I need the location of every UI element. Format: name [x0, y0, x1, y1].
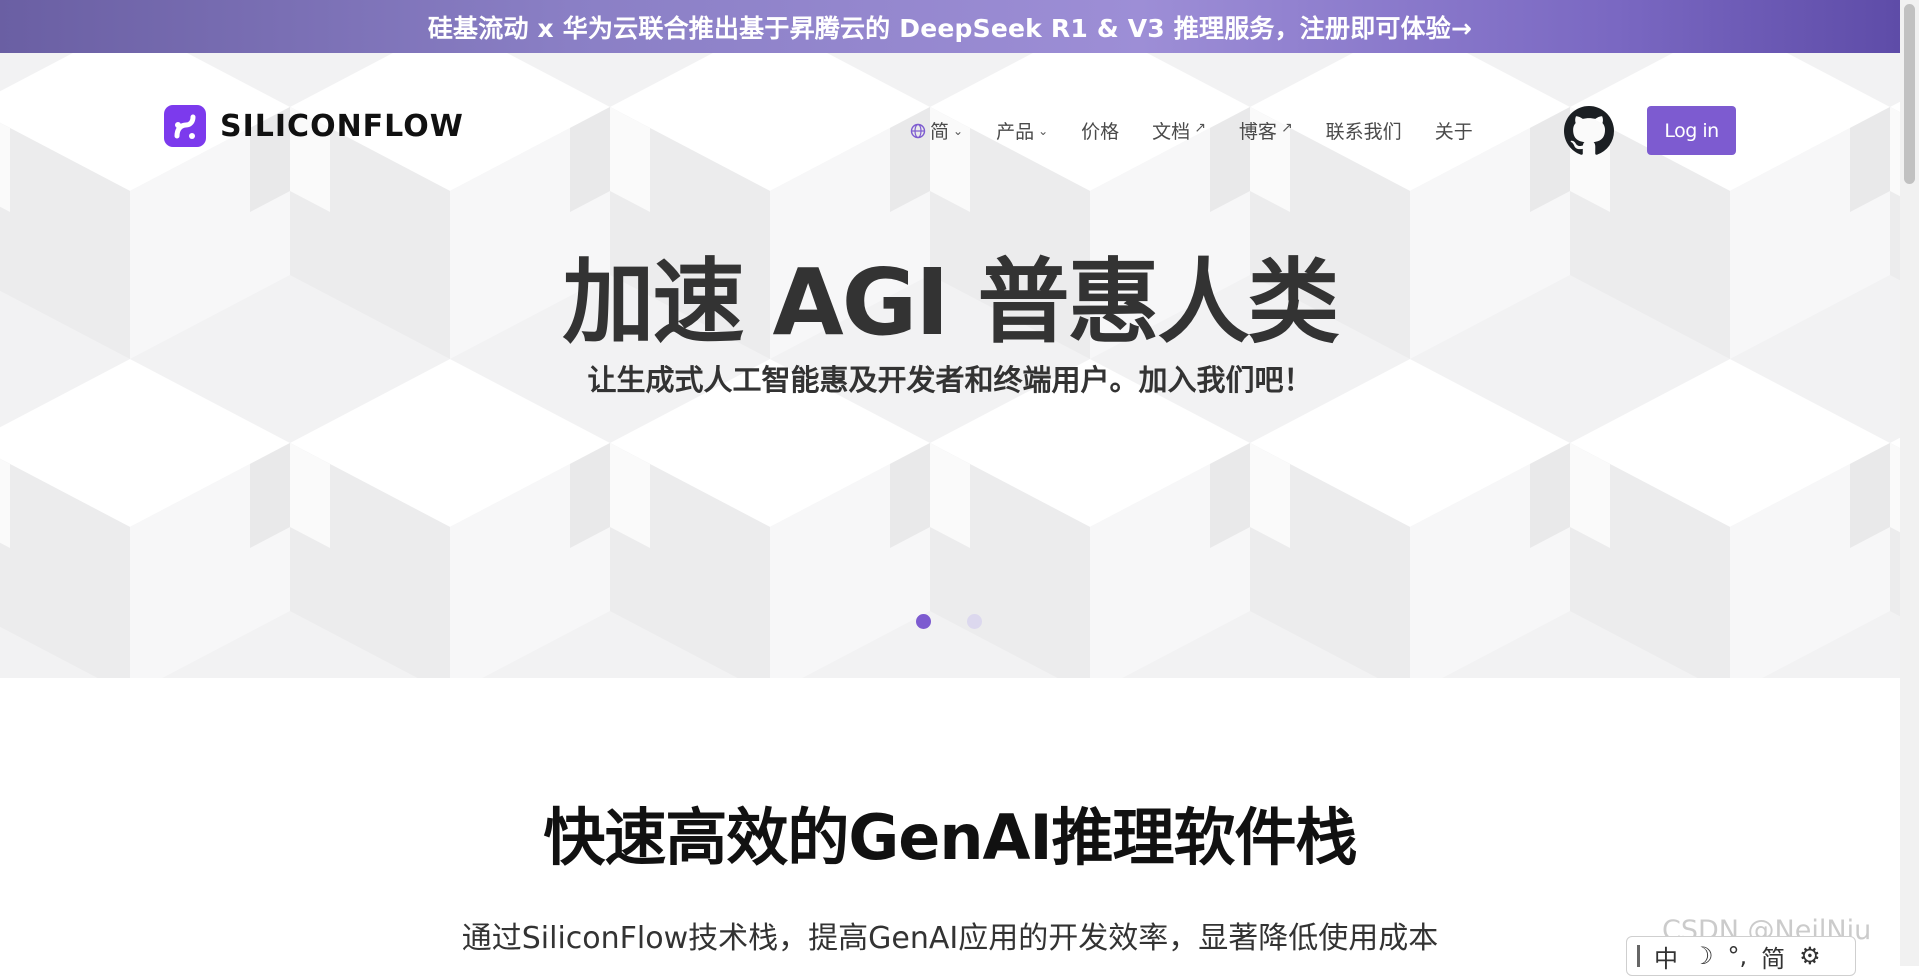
promo-banner-text[interactable]: 硅基流动 x 华为云联合推出基于昇腾云的 DeepSeek R1 & V3 推理… — [428, 9, 1472, 45]
carousel-dot-1[interactable] — [916, 614, 931, 629]
section-title: 快速高效的GenAI推理软件栈 — [543, 801, 1357, 874]
hero-subtitle: 让生成式人工智能惠及开发者和终端用户。加入我们吧！ — [587, 363, 1313, 397]
nav-pricing[interactable]: 价格 — [1081, 117, 1119, 144]
external-link-icon: ↗ — [1194, 119, 1206, 136]
nav-menu: 简 ⌄ 产品 ⌄ 价格 文档 ↗ 博客 ↗ 联系我们 关于 — [910, 117, 1506, 144]
logo-text: SILICONFLOW — [220, 108, 464, 144]
nav-blog-label: 博客 — [1238, 121, 1277, 143]
nav-about-label: 关于 — [1434, 121, 1473, 143]
carousel-dots — [916, 614, 982, 629]
nav-pricing-label: 价格 — [1081, 121, 1120, 143]
section-subtitle: 通过SiliconFlow技术栈，提高GenAI应用的开发效率，显著降低使用成本 — [461, 921, 1439, 956]
ime-mode[interactable]: 简 — [1761, 939, 1785, 974]
nav-language-label: 简 — [930, 121, 950, 143]
logo[interactable]: SILICONFLOW — [164, 105, 464, 147]
nav-contact-label: 联系我们 — [1325, 121, 1402, 143]
ime-lang[interactable]: 中 — [1654, 939, 1678, 974]
top-nav: SILICONFLOW 简 ⌄ 产品 ⌄ 价格 文档 ↗ 博客 ↗ 联系我们 关… — [0, 53, 1900, 208]
hero-title: 加速 AGI 普惠人类 — [562, 249, 1339, 356]
nav-products[interactable]: 产品 ⌄ — [996, 117, 1048, 144]
chevron-down-icon: ⌄ — [953, 123, 964, 138]
scrollbar[interactable] — [1900, 0, 1919, 966]
nav-about[interactable]: 关于 — [1435, 117, 1473, 144]
ime-toolbar[interactable]: 中 ☽ °, 简 ⚙ — [1626, 936, 1856, 976]
nav-products-label: 产品 — [996, 121, 1035, 143]
nav-blog[interactable]: 博客 ↗ — [1239, 117, 1293, 144]
globe-icon — [910, 123, 926, 138]
nav-contact[interactable]: 联系我们 — [1326, 117, 1402, 144]
ime-grip-handle[interactable] — [1637, 945, 1640, 967]
nav-docs-label: 文档 — [1152, 121, 1191, 143]
github-icon[interactable] — [1564, 106, 1614, 156]
logo-mark-icon — [164, 105, 206, 147]
scrollbar-thumb[interactable] — [1904, 4, 1915, 184]
login-button[interactable]: Log in — [1647, 106, 1736, 155]
carousel-dot-2[interactable] — [967, 614, 982, 629]
chevron-down-icon: ⌄ — [1038, 123, 1049, 138]
external-link-icon: ↗ — [1280, 119, 1293, 136]
nav-language[interactable]: 简 ⌄ — [910, 117, 963, 144]
nav-docs[interactable]: 文档 ↗ — [1152, 117, 1206, 144]
promo-banner[interactable]: 硅基流动 x 华为云联合推出基于昇腾云的 DeepSeek R1 & V3 推理… — [0, 0, 1900, 53]
